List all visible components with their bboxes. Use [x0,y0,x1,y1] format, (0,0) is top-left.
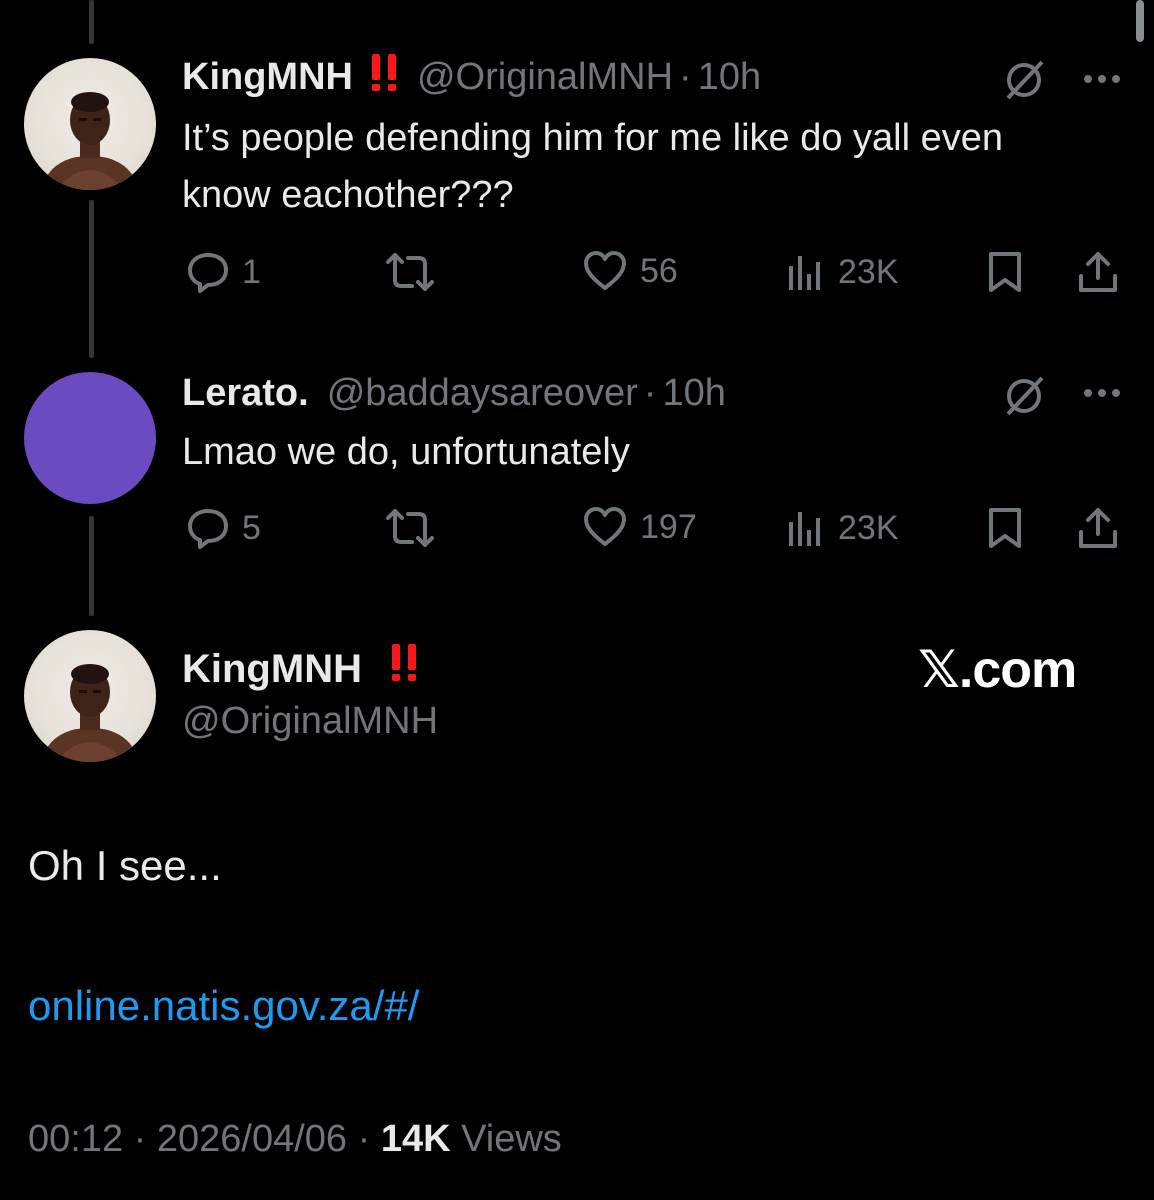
views-icon [786,508,826,548]
reply-count: 5 [242,508,261,547]
timestamp[interactable]: 10h [662,372,725,415]
bookmark-button[interactable] [986,506,1024,550]
separator: · [679,55,692,98]
double-exclamation-badge [369,52,399,102]
more-icon[interactable] [1080,378,1124,413]
reply-icon [186,506,230,550]
reply-button[interactable]: 1 [186,250,261,294]
reply-count: 1 [242,252,261,291]
share-icon [1076,506,1120,550]
x-com-watermark: 𝕏.com [918,641,1077,699]
views-count: 23K [838,508,899,547]
main-author: KingMNH [182,642,419,692]
tweet-text: Lmao we do, unfortunately [182,431,630,473]
tweet-meta: 00:12 · 2026/04/06 · 14K Views [28,1118,562,1161]
post-time[interactable]: 00:12 [28,1118,123,1160]
like-icon [582,250,628,292]
badge-icon [392,644,417,681]
display-name[interactable]: KingMNH [182,647,362,691]
avatar[interactable] [24,58,156,190]
tweet-link[interactable]: online.natis.gov.za/#/ [28,982,419,1030]
like-count: 197 [640,507,697,546]
retweet-button[interactable] [384,252,436,292]
views-count: 14K [380,1118,451,1160]
views-icon [786,252,826,292]
bookmark-button[interactable] [986,250,1024,294]
retweet-button[interactable] [384,508,436,548]
bookmark-icon [986,506,1024,550]
profile-photo [42,92,138,190]
share-button[interactable] [1076,250,1120,294]
post-date[interactable]: 2026/04/06 [157,1118,347,1160]
thread-line [89,0,94,44]
thread-line [89,200,94,358]
avatar[interactable] [24,630,156,762]
display-name[interactable]: KingMNH [182,56,353,99]
grok-icon[interactable] [1002,56,1048,107]
like-button[interactable]: 56 [582,250,678,292]
separator: · [643,371,657,414]
tweet-text: Oh I see... [28,842,222,889]
reply-button[interactable]: 5 [186,506,261,550]
profile-photo [42,664,138,762]
scrollbar[interactable] [1136,0,1144,42]
timestamp[interactable]: 10h [698,56,761,99]
views-button[interactable]: 23K [786,252,899,292]
tweet-header: Lerato. @baddaysareover · 10h [182,368,726,418]
views-label: Views [461,1118,562,1160]
like-icon [582,506,628,548]
like-count: 56 [640,251,678,290]
share-button[interactable] [1076,506,1120,550]
share-icon [1076,250,1120,294]
avatar[interactable] [24,372,156,504]
bookmark-icon [986,250,1024,294]
reply-icon [186,250,230,294]
views-count: 23K [838,252,899,291]
double-exclamation-badge [389,644,419,691]
thread-line [89,516,94,616]
retweet-icon [384,508,436,548]
badge-icon [371,54,396,91]
views-button[interactable]: 23K [786,508,899,548]
separator: · [133,1118,147,1160]
user-handle[interactable]: @baddaysareover [327,372,638,415]
like-button[interactable]: 197 [582,506,697,548]
user-handle[interactable]: @OriginalMNH [417,56,673,99]
display-name[interactable]: Lerato. [182,372,309,415]
tweet-header: KingMNH @OriginalMNH · 10h [182,52,761,102]
retweet-icon [384,252,436,292]
tweet-text: It’s people defending him for me like do… [182,117,1004,216]
separator: · [357,1118,371,1160]
more-icon[interactable] [1080,64,1124,99]
thread-view: KingMNH @OriginalMNH · 10h It’s people d… [0,0,1154,1200]
user-handle[interactable]: @OriginalMNH [182,700,438,743]
grok-icon[interactable] [1002,372,1048,423]
